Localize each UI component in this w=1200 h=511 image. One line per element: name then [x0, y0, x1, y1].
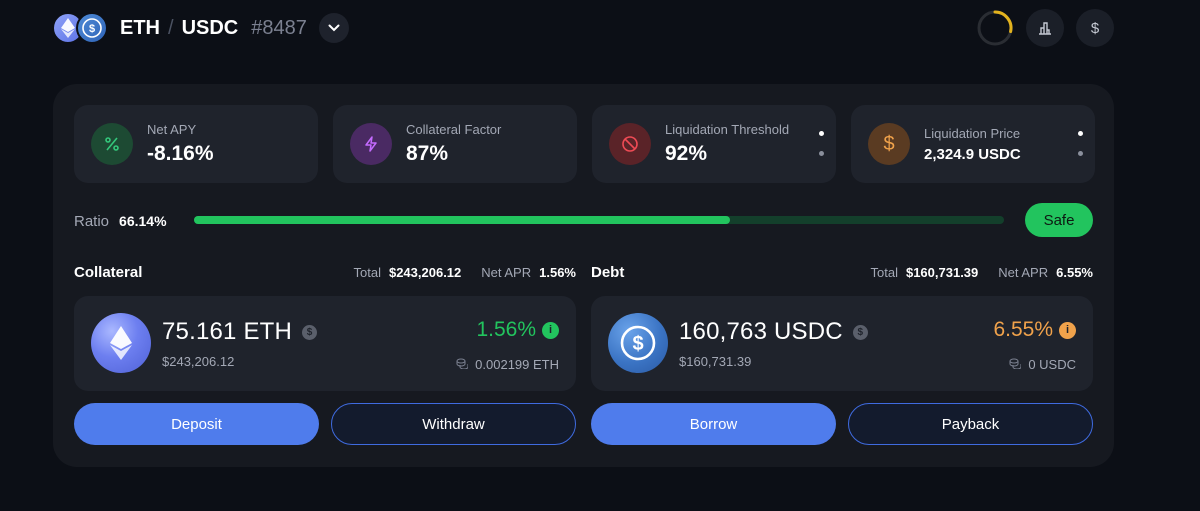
dollar-icon: $ [1090, 19, 1100, 37]
debt-header: Debt Total $160,731.39 Net APR 6.55% [591, 262, 1093, 282]
stats-row: Net APY -8.16% Collateral Factor 87% Liq… [74, 105, 1095, 183]
header-actions: $ [976, 9, 1114, 47]
info-icon[interactable]: i [1059, 321, 1076, 339]
collateral-rate: 1.56% [476, 318, 536, 341]
svg-text:$: $ [632, 333, 643, 355]
chevron-down-icon [328, 24, 340, 32]
chart-button[interactable] [1026, 9, 1064, 47]
base-asset: ETH [120, 16, 160, 39]
net-apr-label: Net APR [481, 264, 532, 280]
coins-icon [1009, 357, 1022, 372]
coins-icon [456, 357, 469, 372]
debt-amount: 160,763 USDC [679, 318, 843, 345]
stat-toggle[interactable] [1078, 131, 1083, 156]
ratio-label: Ratio [74, 212, 110, 230]
collateral-earned: 0.002199 ETH [475, 357, 559, 372]
deposit-button[interactable]: Deposit [74, 403, 319, 445]
stat-value: 87% [406, 142, 449, 165]
refresh-timer-icon[interactable] [976, 9, 1014, 47]
total-value: $160,731.39 [905, 264, 979, 280]
stat-value: 2,324.9 USDC [924, 145, 1021, 163]
prohibited-icon [609, 123, 651, 165]
dollar-icon[interactable]: $ [852, 324, 868, 340]
usdc-icon: $ [76, 12, 108, 44]
usdc-icon: $ [608, 313, 668, 373]
svg-text:$: $ [89, 23, 95, 35]
percent-icon [91, 123, 133, 165]
payback-button[interactable]: Payback [848, 403, 1093, 445]
vault-panel: Net APY -8.16% Collateral Factor 87% Liq… [53, 84, 1114, 467]
vault-dropdown-button[interactable] [318, 13, 349, 43]
ratio-bar [194, 216, 1004, 224]
section-title: Debt [591, 263, 625, 281]
stat-net-apy: Net APY -8.16% [74, 105, 318, 183]
total-value: $243,206.12 [388, 264, 462, 280]
collateral-header: Collateral Total $243,206.12 Net APR 1.5… [74, 262, 576, 282]
dollar-icon[interactable]: $ [302, 324, 318, 340]
bar-chart-icon [1039, 22, 1051, 35]
eth-icon [91, 313, 151, 373]
vault-id: #8487 [251, 16, 307, 39]
pair-icons: $ [52, 11, 108, 45]
stat-liquidation-threshold: Liquidation Threshold 92% [592, 105, 836, 183]
total-label: Total [353, 264, 381, 280]
stat-value: -8.16% [147, 142, 214, 165]
dollar-icon: $ [868, 123, 910, 165]
debt-usd-value: $160,731.39 [679, 354, 752, 369]
pair-separator: / [168, 16, 174, 39]
vault-header: $ ETH / USDC #8487 [52, 10, 349, 46]
collateral-usd-value: $243,206.12 [162, 354, 235, 369]
info-icon[interactable]: i [542, 321, 559, 339]
collateral-amount: 75.161 ETH [162, 318, 293, 345]
stat-liquidation-price: $ Liquidation Price 2,324.9 USDC [851, 105, 1095, 183]
pair-title: ETH / USDC #8487 [120, 17, 307, 40]
ratio-bar-fill [194, 216, 730, 224]
currency-button[interactable]: $ [1076, 9, 1114, 47]
debt-accrued: 0 USDC [1028, 357, 1076, 372]
stat-collateral-factor: Collateral Factor 87% [333, 105, 577, 183]
stat-label: Liquidation Threshold [665, 122, 790, 137]
status-badge: Safe [1025, 203, 1093, 237]
borrow-button[interactable]: Borrow [591, 403, 836, 445]
net-apr-value: 6.55% [1056, 264, 1093, 280]
ratio-value: 66.14% [119, 213, 167, 229]
ratio-row: Ratio 66.14% Safe [74, 203, 1093, 239]
withdraw-button[interactable]: Withdraw [331, 403, 576, 445]
debt-rate: 6.55% [993, 318, 1053, 341]
stat-label: Net APY [147, 122, 197, 137]
stat-toggle[interactable] [819, 131, 824, 156]
section-title: Collateral [74, 263, 143, 281]
quote-asset: USDC [181, 16, 239, 39]
collateral-card: 75.161 ETH $ $243,206.12 1.56% i 0.00219… [74, 296, 576, 391]
debt-card: $ 160,763 USDC $ $160,731.39 6.55% i 0 U… [591, 296, 1093, 391]
net-apr-value: 1.56% [539, 264, 576, 280]
stat-label: Collateral Factor [406, 122, 502, 137]
lightning-icon [350, 123, 392, 165]
net-apr-label: Net APR [998, 264, 1049, 280]
stat-value: 92% [665, 142, 708, 165]
total-label: Total [870, 264, 898, 280]
stat-label: Liquidation Price [924, 125, 1021, 141]
